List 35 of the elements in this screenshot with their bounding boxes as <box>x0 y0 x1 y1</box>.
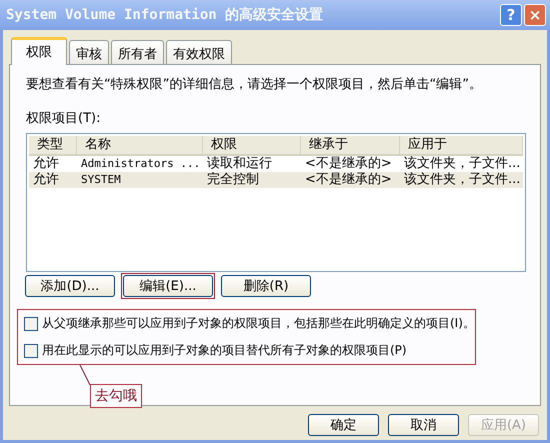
annotation-callout: 去勾哦 <box>90 384 142 408</box>
list-button[interactable]: 添加(D)... <box>25 275 115 298</box>
table-cell-text: <不是继承的> <box>304 172 393 188</box>
list-label: 权限项目(T): <box>26 110 102 127</box>
tab[interactable]: 审核 <box>69 40 109 65</box>
table-cell-text: 完全控制 <box>206 172 260 188</box>
permission-row[interactable]: 允许 SYSTEM 完全控制 <不是继承的> 该文件夹，子文件... <box>29 172 523 188</box>
leader-line <box>79 365 91 386</box>
list-button[interactable]: 删除(R) <box>221 275 311 298</box>
tab[interactable]: 有效权限 <box>166 40 232 65</box>
column-header[interactable]: 继承于 <box>301 136 400 154</box>
column-header[interactable]: 应用于 <box>400 136 523 154</box>
tab[interactable]: 权限 <box>11 37 67 65</box>
checkbox[interactable] <box>24 316 38 331</box>
checkbox[interactable] <box>24 344 38 358</box>
column-header[interactable]: 名称 <box>77 136 203 154</box>
tab[interactable]: 所有者 <box>111 40 164 65</box>
checkbox-label: 用在此显示的可以应用到子对象的项目替代所有子对象的权限项目(P) <box>42 342 407 360</box>
instruction-text: 要想查看有关“特殊权限”的详细信息，请选择一个权限项目，然后单击“编辑”。 <box>26 76 483 93</box>
column-header[interactable]: 权限 <box>203 136 301 154</box>
table-cell-text: 该文件夹，子文件... <box>403 172 522 188</box>
list-button[interactable]: 编辑(E)... <box>123 275 213 298</box>
table-cell-text: SYSTEM <box>80 172 122 188</box>
table-cell-text: Administrators ... <box>80 156 202 172</box>
dialog-button[interactable]: 取消 <box>388 414 459 436</box>
table-cell-text: 允许 <box>32 172 60 188</box>
table-cell-text: 该文件夹，子文件... <box>403 156 522 172</box>
help-button[interactable]: ? <box>500 4 522 26</box>
dialog-button[interactable]: 确定 <box>308 414 379 436</box>
table-cell-text: <不是继承的> <box>304 156 393 172</box>
checkbox-label: 从父项继承那些可以应用到子对象的权限项目，包括那些在此明确定义的项目(I)。 <box>42 315 475 332</box>
window-title: System Volume Information 的高级安全设置 <box>6 6 324 24</box>
column-header[interactable]: 类型 <box>29 136 77 154</box>
table-cell-text: 读取和运行 <box>206 156 273 172</box>
table-cell-text: 允许 <box>32 156 60 172</box>
